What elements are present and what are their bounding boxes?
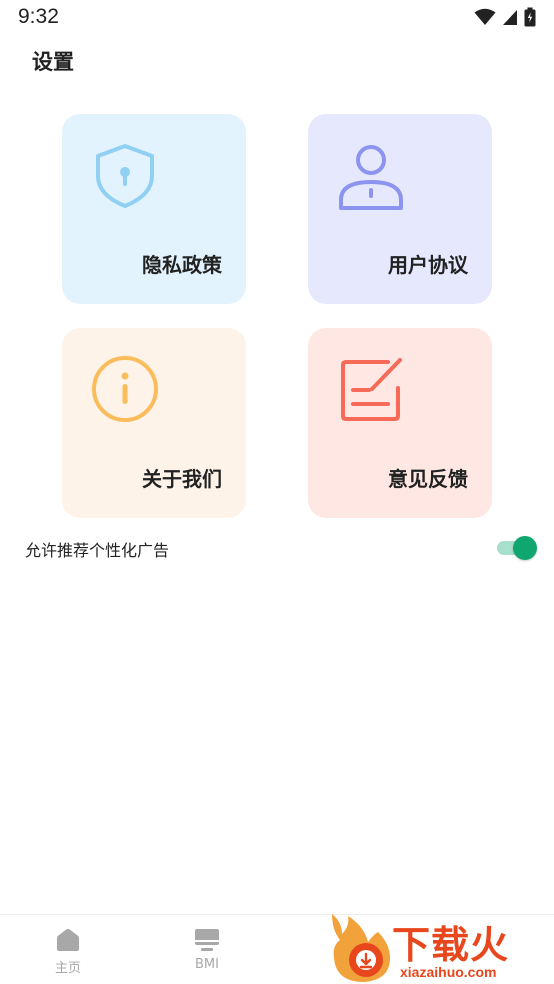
wifi-icon	[474, 8, 496, 25]
home-icon	[57, 928, 79, 951]
watermark-logo: 下载火 xiazaihuo.com	[328, 912, 554, 984]
user-icon	[339, 145, 403, 210]
feedback-card[interactable]: 意见反馈	[308, 328, 492, 518]
personalized-ads-toggle[interactable]	[497, 534, 539, 562]
watermark-brand: 下载火	[392, 923, 510, 967]
toggle-thumb	[513, 536, 537, 560]
user-agreement-card[interactable]: 用户协议	[308, 114, 492, 304]
edit-note-icon	[341, 358, 402, 421]
page-title: 设置	[32, 50, 74, 74]
monitor-icon	[195, 929, 219, 951]
cellular-signal-icon	[503, 10, 517, 25]
status-bar: 9:32	[0, 0, 554, 34]
watermark-url: xiazaihuo.com	[400, 964, 497, 980]
info-icon	[92, 356, 158, 422]
personalized-ads-row: 允许推荐个性化广告	[0, 530, 554, 566]
feedback-label: 意见反馈	[388, 467, 468, 491]
personalized-ads-label: 允许推荐个性化广告	[25, 541, 170, 560]
about-us-card[interactable]: 关于我们	[62, 328, 246, 518]
status-time: 9:32	[18, 5, 59, 28]
status-icons	[474, 7, 536, 27]
shield-lock-icon	[96, 144, 154, 208]
battery-icon	[524, 7, 536, 27]
tab-home-label: 主页	[54, 961, 81, 976]
user-agreement-label: 用户协议	[388, 253, 468, 277]
flame-logo-icon	[332, 914, 390, 982]
tab-bmi-label: BMI	[195, 957, 219, 972]
privacy-policy-label: 隐私政策	[142, 253, 222, 277]
tab-home[interactable]: 主页	[38, 927, 98, 977]
about-us-label: 关于我们	[142, 467, 222, 491]
tab-bmi[interactable]: BMI	[177, 927, 237, 977]
privacy-policy-card[interactable]: 隐私政策	[62, 114, 246, 304]
